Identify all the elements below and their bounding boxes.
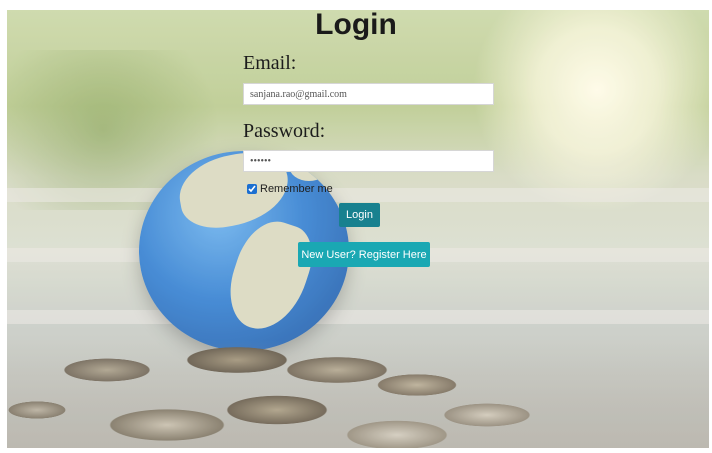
remember-me-row[interactable]: Remember me — [247, 183, 333, 195]
register-button[interactable]: New User? Register Here — [298, 242, 430, 267]
email-field[interactable] — [243, 83, 494, 105]
background-overlay — [7, 10, 709, 448]
remember-me-label: Remember me — [260, 183, 333, 195]
password-label: Password: — [243, 120, 326, 142]
page-title: Login — [315, 8, 397, 41]
remember-me-checkbox[interactable] — [247, 184, 257, 194]
login-button[interactable]: Login — [339, 203, 380, 227]
password-field[interactable] — [243, 150, 494, 172]
email-label: Email: — [243, 52, 297, 74]
background-photo — [7, 10, 709, 448]
